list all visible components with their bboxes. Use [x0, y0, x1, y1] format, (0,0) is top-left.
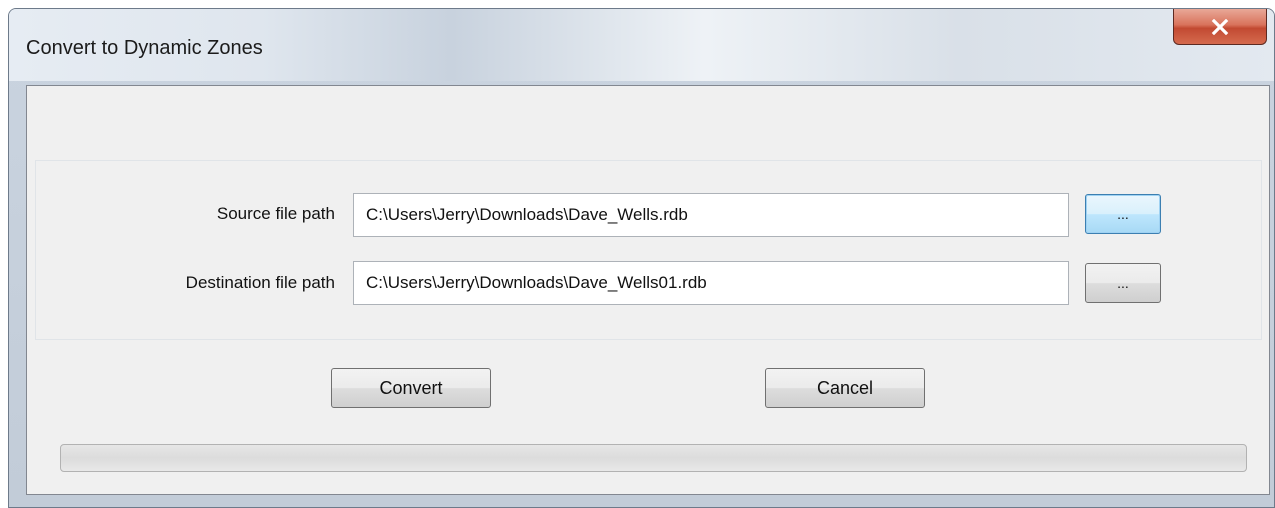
source-browse-button[interactable]: ...	[1085, 194, 1161, 234]
convert-button[interactable]: Convert	[331, 368, 491, 408]
title-bar[interactable]: Convert to Dynamic Zones	[9, 9, 1274, 81]
dialog-client-area: Source file path C:\Users\Jerry\Download…	[26, 85, 1270, 495]
progress-bar	[60, 444, 1247, 472]
window-title: Convert to Dynamic Zones	[26, 37, 263, 59]
cancel-button[interactable]: Cancel	[765, 368, 925, 408]
destination-browse-button[interactable]: ...	[1085, 263, 1161, 303]
close-button[interactable]	[1173, 9, 1267, 45]
source-file-label: Source file path	[216, 204, 335, 223]
destination-file-label: Destination file path	[185, 273, 335, 292]
close-icon	[1211, 18, 1229, 35]
file-paths-panel: Source file path C:\Users\Jerry\Download…	[35, 160, 1262, 340]
dialog-window: Convert to Dynamic Zones Source file pat…	[8, 8, 1275, 508]
source-file-input[interactable]: C:\Users\Jerry\Downloads\Dave_Wells.rdb	[353, 193, 1069, 237]
destination-file-input[interactable]: C:\Users\Jerry\Downloads\Dave_Wells01.rd…	[353, 261, 1069, 305]
